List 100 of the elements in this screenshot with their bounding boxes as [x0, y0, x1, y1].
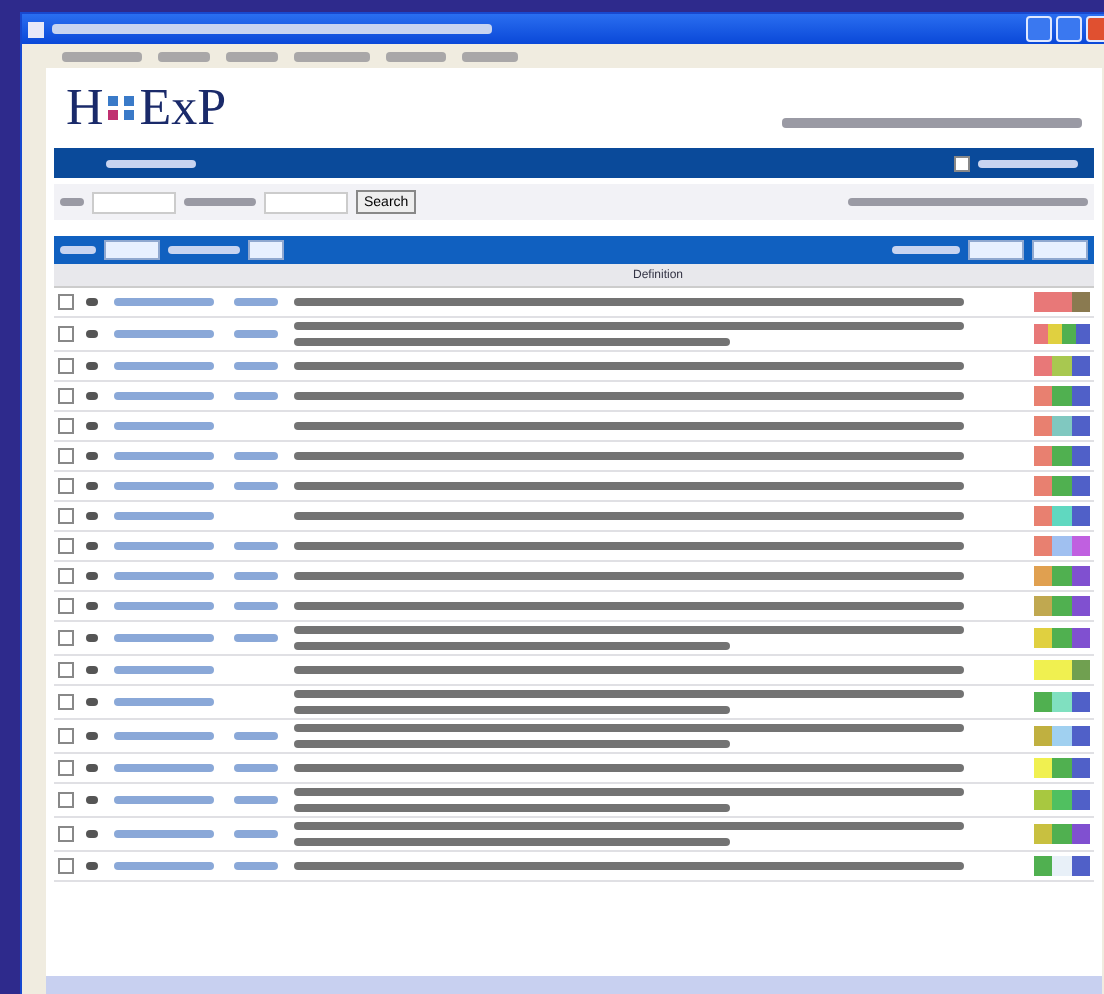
illegible-link-drawing[interactable] — [114, 796, 214, 804]
row-checkbox[interactable] — [58, 630, 74, 646]
row-checkbox[interactable] — [58, 388, 74, 404]
illegible-link-drawing[interactable] — [114, 572, 214, 580]
illegible-number-drawing — [86, 572, 98, 580]
expression-bar — [1034, 758, 1090, 778]
illegible-link-drawing[interactable] — [114, 698, 214, 706]
illegible-number-drawing — [86, 330, 98, 338]
row-checkbox[interactable] — [58, 826, 74, 842]
expression-bar — [1034, 386, 1090, 406]
row-checkbox[interactable] — [58, 418, 74, 434]
illegible-link-drawing[interactable] — [234, 732, 278, 740]
expression-bar — [1034, 476, 1090, 496]
maximize-button[interactable] — [1056, 16, 1082, 42]
row-checkbox[interactable] — [58, 358, 74, 374]
illegible-link-drawing[interactable] — [114, 732, 214, 740]
expression-bar — [1034, 324, 1090, 344]
illegible-link-drawing[interactable] — [234, 482, 278, 490]
illegible-link-drawing[interactable] — [114, 392, 214, 400]
expression-bar — [1034, 596, 1090, 616]
illegible-number-drawing — [86, 764, 98, 772]
illegible-label-drawing — [184, 198, 256, 206]
illegible-link-drawing[interactable] — [234, 862, 278, 870]
illegible-link-drawing[interactable] — [114, 602, 214, 610]
illegible-link-drawing[interactable] — [234, 764, 278, 772]
illegible-label-drawing — [60, 198, 84, 206]
expression-bar — [1034, 356, 1090, 376]
illegible-link-drawing[interactable] — [114, 634, 214, 642]
illegible-link-drawing[interactable] — [234, 362, 278, 370]
illegible-link-drawing[interactable] — [114, 298, 214, 306]
illegible-link-drawing[interactable] — [234, 830, 278, 838]
illegible-link-drawing[interactable] — [114, 362, 214, 370]
illegible-number-drawing — [86, 298, 98, 306]
illegible-number-drawing — [86, 482, 98, 490]
illegible-link-drawing[interactable] — [114, 830, 214, 838]
row-checkbox[interactable] — [58, 792, 74, 808]
scroll-bar[interactable] — [46, 976, 1102, 994]
illegible-breadcrumb-drawing — [106, 159, 196, 167]
illegible-number-drawing — [86, 452, 98, 460]
logo-text: H — [66, 82, 104, 134]
illegible-link-drawing[interactable] — [234, 634, 278, 642]
input-field[interactable] — [264, 191, 348, 213]
order-select[interactable] — [1032, 240, 1088, 260]
row-checkbox[interactable] — [58, 568, 74, 584]
row-checkbox[interactable] — [58, 694, 74, 710]
expression-bar — [1034, 416, 1090, 436]
illegible-link-drawing[interactable] — [234, 572, 278, 580]
row-checkbox[interactable] — [58, 538, 74, 554]
illegible-link-drawing[interactable] — [234, 602, 278, 610]
illegible-link-drawing[interactable] — [114, 422, 214, 430]
checkbox[interactable] — [954, 155, 970, 171]
illegible-option-drawing — [978, 159, 1078, 167]
row-checkbox[interactable] — [58, 508, 74, 524]
expression-bar — [1034, 692, 1090, 712]
illegible-link-drawing[interactable] — [114, 452, 214, 460]
row-checkbox[interactable] — [58, 598, 74, 614]
page-select[interactable] — [248, 240, 284, 260]
row-checkbox[interactable] — [58, 326, 74, 342]
illegible-link-drawing[interactable] — [114, 542, 214, 550]
illegible-number-drawing — [86, 512, 98, 520]
illegible-number-drawing — [86, 362, 98, 370]
row-checkbox[interactable] — [58, 448, 74, 464]
row-checkbox[interactable] — [58, 858, 74, 874]
illegible-number-drawing — [86, 830, 98, 838]
illegible-link-drawing[interactable] — [114, 512, 214, 520]
browser-icon — [28, 21, 44, 37]
row-checkbox[interactable] — [58, 728, 74, 744]
page-size-select[interactable] — [104, 240, 160, 260]
expression-bar — [1034, 790, 1090, 810]
illegible-number-drawing — [86, 862, 98, 870]
illegible-link-drawing[interactable] — [114, 764, 214, 772]
row-checkbox[interactable] — [58, 294, 74, 310]
illegible-link-drawing[interactable] — [234, 298, 278, 306]
expression-bar — [1034, 566, 1090, 586]
illegible-number-drawing — [86, 666, 98, 674]
illegible-pager-drawing — [60, 246, 96, 254]
illegible-link-drawing[interactable] — [234, 796, 278, 804]
illegible-number-drawing — [86, 392, 98, 400]
illegible-link-drawing[interactable] — [114, 862, 214, 870]
logo-text: ExP — [139, 82, 227, 134]
illegible-link-drawing[interactable] — [114, 330, 214, 338]
expression-bar — [1034, 856, 1090, 876]
expression-bar — [1034, 292, 1090, 312]
illegible-sort-drawing — [892, 246, 960, 254]
illegible-link-drawing[interactable] — [234, 330, 278, 338]
illegible-link-drawing[interactable] — [234, 452, 278, 460]
row-checkbox[interactable] — [58, 760, 74, 776]
illegible-link-drawing[interactable] — [234, 392, 278, 400]
illegible-link-drawing[interactable] — [114, 482, 214, 490]
illegible-link-drawing[interactable] — [234, 542, 278, 550]
expression-bar — [1034, 446, 1090, 466]
row-checkbox[interactable] — [58, 478, 74, 494]
row-checkbox[interactable] — [58, 662, 74, 678]
illegible-link-drawing[interactable] — [114, 666, 214, 674]
illegible-number-drawing — [86, 634, 98, 642]
expression-bar — [1034, 824, 1090, 844]
sort-select[interactable] — [968, 240, 1024, 260]
input-field[interactable] — [92, 191, 176, 213]
minimize-button[interactable] — [1026, 16, 1052, 42]
illegible-number-drawing — [86, 732, 98, 740]
